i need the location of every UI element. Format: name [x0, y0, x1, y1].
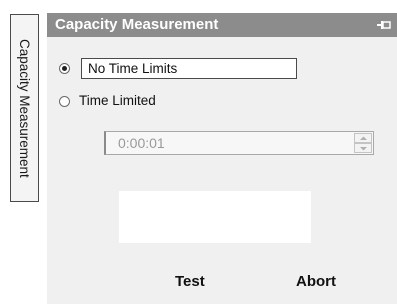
time-limit-field[interactable]: 0:00:01: [104, 131, 374, 155]
radio-selected-dot: [62, 66, 67, 71]
time-limited-label: Time Limited: [79, 93, 156, 108]
capacity-measurement-panel: Capacity Measurement No Time Limits Time…: [47, 13, 397, 304]
spinner-up-button[interactable]: [354, 133, 372, 143]
chevron-up-icon: [360, 136, 367, 140]
side-tab-label: Capacity Measurement: [17, 38, 32, 178]
time-spinner: [354, 133, 372, 153]
test-button[interactable]: Test: [175, 273, 205, 290]
radio-no-time-limits[interactable]: [59, 63, 70, 74]
spinner-down-button[interactable]: [354, 143, 372, 153]
side-tab-capacity-measurement[interactable]: Capacity Measurement: [10, 14, 39, 202]
time-limit-value: 0:00:01: [118, 135, 165, 151]
panel-titlebar: Capacity Measurement: [47, 13, 397, 37]
pin-icon[interactable]: [377, 18, 391, 30]
output-area: [119, 191, 311, 243]
no-time-limits-label-box[interactable]: No Time Limits: [81, 58, 297, 79]
abort-button[interactable]: Abort: [296, 273, 336, 290]
no-time-limits-label: No Time Limits: [88, 61, 178, 76]
radio-time-limited[interactable]: [59, 96, 70, 107]
chevron-down-icon: [360, 147, 367, 151]
panel-title: Capacity Measurement: [55, 16, 219, 33]
